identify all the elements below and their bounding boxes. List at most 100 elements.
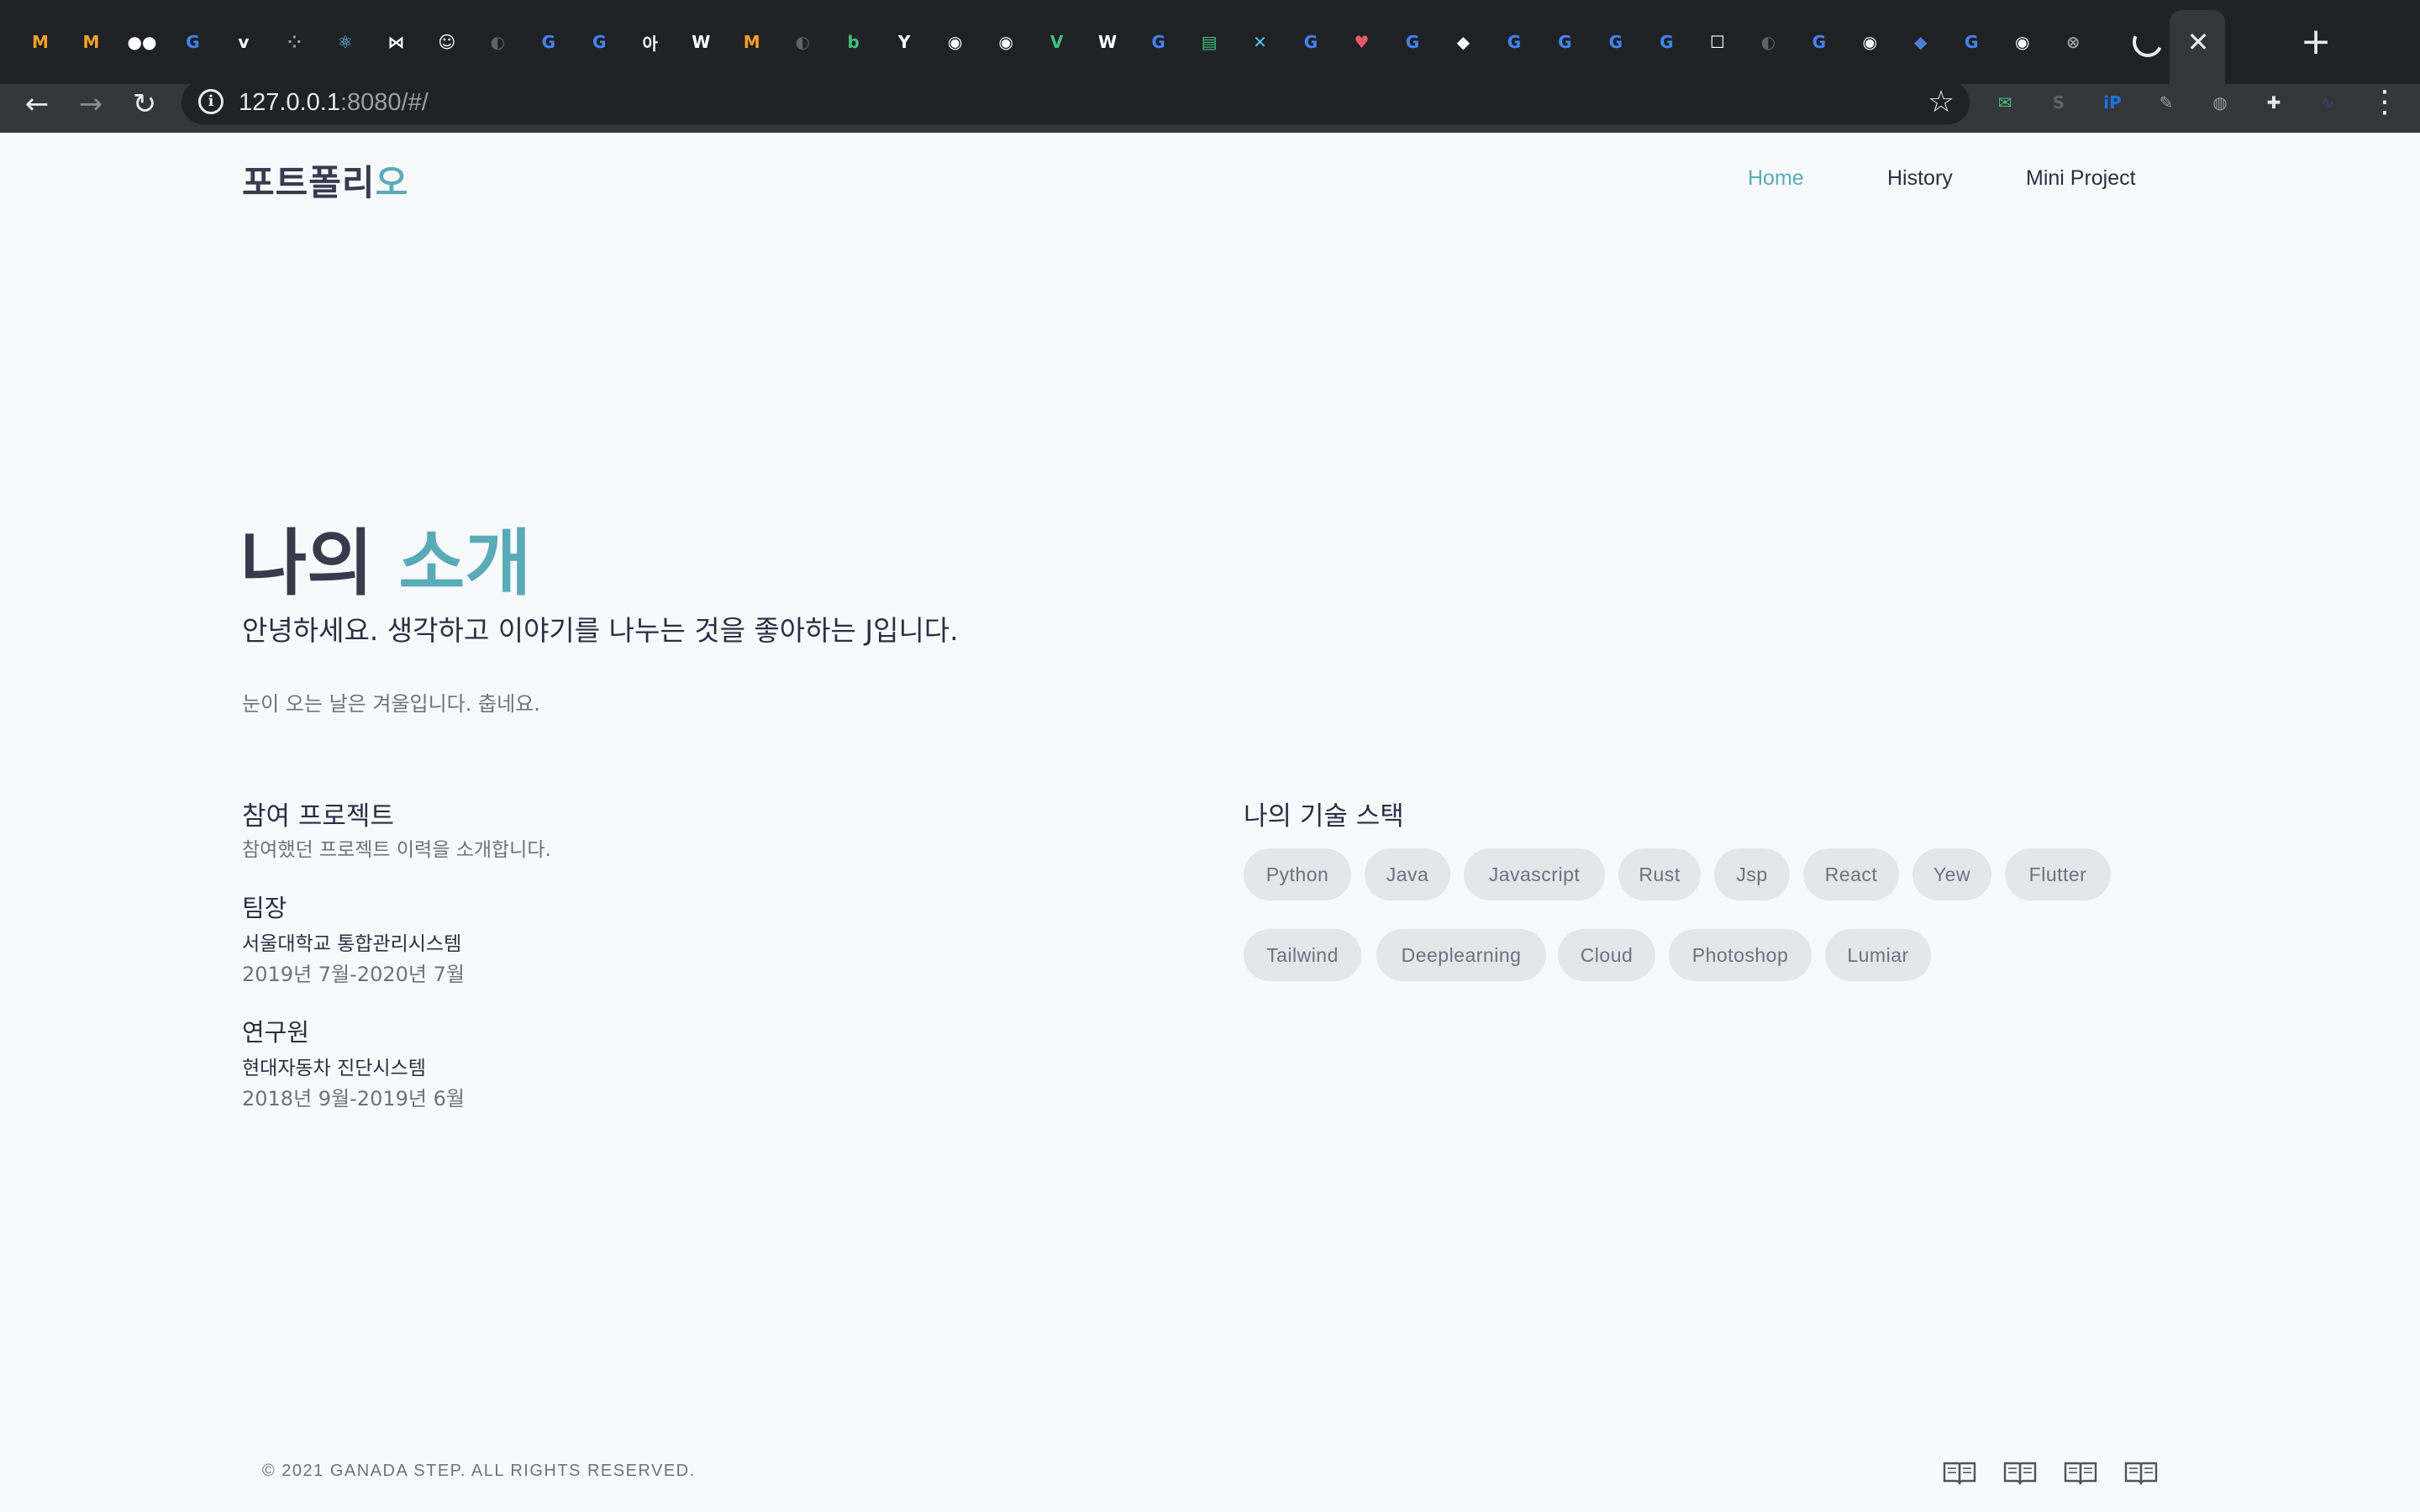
skill-chip[interactable]: Python (1244, 848, 1351, 900)
book-icon[interactable] (2064, 1460, 2097, 1485)
ip-extension-icon[interactable]: iP (2097, 87, 2128, 118)
metro-icon[interactable]: M (76, 27, 106, 57)
globe-icon[interactable]: ◐ (1753, 27, 1783, 57)
globe-extension-icon[interactable]: ◍ (2205, 87, 2235, 118)
back-button[interactable]: ← (18, 86, 55, 123)
react-icon[interactable]: ⚛ (330, 27, 360, 57)
globe-icon[interactable]: ◐ (787, 27, 818, 57)
footer-copyright: © 2021 GANADA STEP. ALL RIGHTS RESERVED. (262, 1462, 696, 1480)
metro-icon[interactable]: M (737, 27, 767, 57)
github-icon[interactable]: ◉ (1854, 27, 1885, 57)
google-icon[interactable]: G (1549, 27, 1580, 57)
github-icon[interactable]: ◉ (940, 27, 971, 57)
x-circle-icon[interactable]: ⊗ (2058, 27, 2088, 57)
skills-title: 나의 기술 스택 (1244, 801, 1404, 832)
skill-chip[interactable]: Rust (1618, 848, 1701, 900)
google-icon[interactable]: G (1144, 27, 1174, 57)
site-logo[interactable]: 포트폴리오 (242, 155, 408, 206)
new-tab-button[interactable]: + (2296, 22, 2336, 62)
url-text[interactable]: 127.0.0.1:8080/#/ (239, 84, 429, 121)
google-icon[interactable]: G (534, 27, 564, 57)
google-icon[interactable]: G (177, 27, 208, 57)
site-info-icon[interactable]: i (198, 89, 224, 114)
google-icon[interactable]: G (1651, 27, 1681, 57)
browser-menu-icon[interactable]: ⋮ (2370, 84, 2400, 121)
google-icon[interactable]: G (1804, 27, 1834, 57)
nav-mini-project[interactable]: Mini Project (2026, 166, 2136, 191)
github-icon[interactable]: ◉ (991, 27, 1021, 57)
google-icon[interactable]: G (584, 27, 614, 57)
project-period: 2019년 7월-2020년 7월 (242, 963, 465, 986)
reload-button[interactable]: ↻ (126, 86, 163, 123)
book-icon[interactable] (2003, 1460, 2037, 1485)
wikidocs-icon[interactable]: W (1092, 27, 1123, 57)
pen-extension-icon[interactable]: ✎ (2151, 87, 2181, 118)
ycombinator-icon[interactable]: Y (889, 27, 919, 57)
skill-chip[interactable]: Jsp (1714, 848, 1790, 900)
skill-chip[interactable]: Java (1365, 848, 1450, 900)
url-path: :8080/#/ (339, 89, 429, 116)
google-icon[interactable]: G (1956, 27, 1986, 57)
skill-chip[interactable]: Deeplearning (1376, 929, 1546, 981)
blog-icon[interactable]: b (839, 27, 869, 57)
robot-icon[interactable]: ☐ (1702, 27, 1733, 57)
wikidocs-icon[interactable]: W (686, 27, 716, 57)
skill-chip[interactable]: Yew (1912, 848, 1991, 900)
chat-icon[interactable]: ▤ (1194, 27, 1224, 57)
heart-icon[interactable]: ♥ (1346, 27, 1376, 57)
project-name: 서울대학교 통합관리시스템 (242, 933, 462, 955)
velog-icon[interactable]: v (229, 27, 259, 57)
book-icon[interactable] (1943, 1460, 1976, 1485)
globe-icon[interactable]: ◐ (482, 27, 513, 57)
project-name: 현대자동차 진단시스템 (242, 1058, 426, 1079)
nav-history[interactable]: History (1887, 166, 1953, 191)
github-icon[interactable]: ◉ (2007, 27, 2038, 57)
vue-icon[interactable]: V (1042, 27, 1072, 57)
bow-icon[interactable]: ⋈ (381, 27, 411, 57)
project-role: 팀장 (242, 894, 287, 922)
bookmark-star-icon[interactable]: ☆ (1923, 84, 1960, 121)
address-bar[interactable] (182, 81, 1970, 124)
title-accent: 소개 (398, 522, 532, 606)
google-icon[interactable]: G (1499, 27, 1529, 57)
page: 포트폴리오 Home History Mini Project 나의 소개 안녕… (0, 133, 2420, 1512)
close-tab-icon[interactable]: ✕ (2181, 25, 2215, 59)
skill-chip[interactable]: Tailwind (1244, 929, 1361, 981)
skill-chip[interactable]: Javascript (1464, 848, 1605, 900)
project-role: 연구원 (242, 1018, 310, 1047)
google-icon[interactable]: G (1296, 27, 1326, 57)
skill-chip[interactable]: Cloud (1558, 929, 1655, 981)
skill-chip[interactable]: Photoshop (1669, 929, 1812, 981)
puzzle-icon[interactable]: ✚ (2259, 87, 2289, 118)
avatar-icon[interactable]: ☺ (432, 27, 462, 57)
metro-icon[interactable]: M (25, 27, 55, 57)
google-icon[interactable]: G (1601, 27, 1631, 57)
mail-extension-icon[interactable]: ✉ (1990, 87, 2020, 118)
tab-strip: ✕ + M M ●● Gv ⁘ ⚛ ⋈ ☺ ◐ G G 아 W M ◐ b Y ◉ ◉ V W G ▤ ✕ G ♥ G ◆ G G G G ☐ ◐… (0, 0, 2420, 84)
bird-icon[interactable]: ◆ (1448, 27, 1478, 57)
google-icon[interactable]: G (1397, 27, 1428, 57)
tools-icon[interactable]: ✕ (1245, 27, 1276, 57)
skill-chip[interactable]: Flutter (2005, 848, 2111, 900)
projects-title: 참여 프로젝트 (242, 801, 394, 832)
skill-chip[interactable]: React (1803, 848, 1899, 900)
skill-chip[interactable]: Lumiar (1825, 929, 1931, 981)
medium-icon[interactable]: ●● (127, 27, 157, 57)
url-host: 127.0.0.1 (239, 89, 340, 116)
title-main: 나의 (240, 522, 399, 606)
hangul-icon[interactable]: 아 (635, 27, 666, 57)
projects-description: 참여했던 프로젝트 이력을 소개합니다. (242, 839, 551, 861)
forward-button[interactable]: → (72, 86, 109, 123)
nav-home[interactable]: Home (1748, 166, 1804, 191)
book-icon[interactable] (2124, 1460, 2158, 1485)
intro-note: 눈이 오는 날은 겨울입니다. 춥네요. (242, 692, 540, 716)
shield-icon[interactable]: ◆ (1906, 27, 1936, 57)
project-period: 2018년 9월-2019년 6월 (242, 1087, 465, 1110)
loading-spinner-icon (2128, 22, 2168, 62)
brand-main: 포트폴리 (242, 162, 376, 203)
profile-avatar-icon[interactable]: ∿ (2312, 87, 2343, 118)
dots-icon[interactable]: ⁘ (279, 27, 309, 57)
intro-subtitle: 안녕하세요. 생각하고 이야기를 나누는 것을 좋아하는 J입니다. (242, 614, 959, 647)
s-extension-icon[interactable]: S (2044, 87, 2074, 118)
page-title: 나의 소개 (240, 504, 531, 609)
